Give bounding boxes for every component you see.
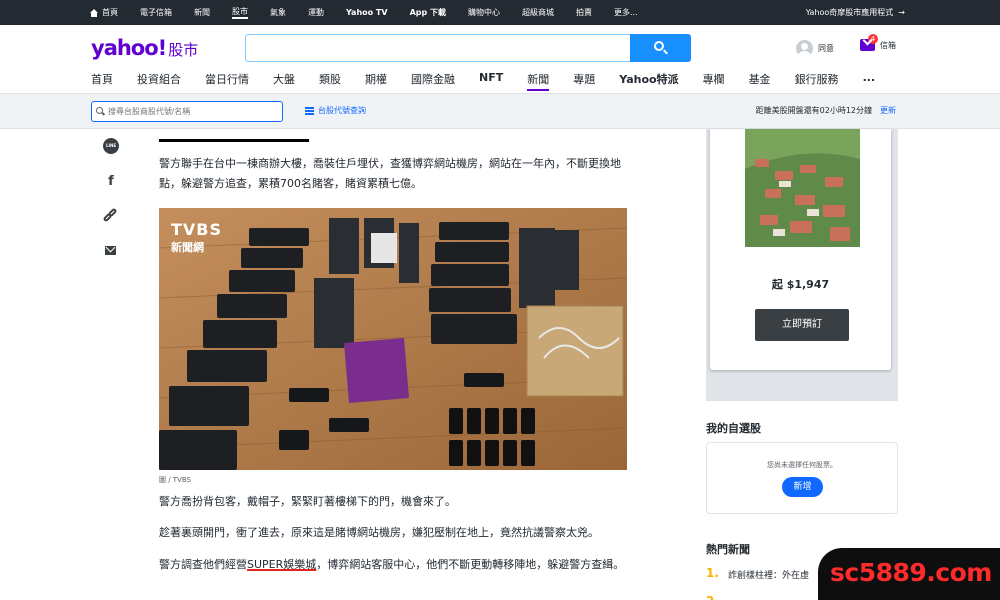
nav-intl-finance[interactable]: 國際金融 (411, 71, 455, 91)
article-paragraph-1: 警方聯手在台中一棟商辦大樓，喬裝住戶埋伏，查獲博弈網站機房，網站在一年內，不斷更… (159, 157, 621, 190)
search-input[interactable] (245, 34, 630, 62)
nav-topics[interactable]: 專題 (573, 71, 595, 91)
hillside-village-image (745, 129, 860, 247)
ad-price: 起 $1,947 (771, 278, 830, 291)
nav-options[interactable]: 期權 (365, 71, 387, 91)
nav-home[interactable]: 首頁 (91, 71, 113, 91)
quote-search-input[interactable] (91, 101, 283, 122)
home-icon (90, 8, 98, 17)
top-nav-stock[interactable]: 股市 (232, 6, 248, 19)
photo-caption: 圖 / TVBS (159, 476, 191, 484)
nav-nft[interactable]: NFT (479, 71, 503, 91)
top-nav-more[interactable]: 更多... (614, 7, 638, 18)
refresh-link[interactable]: 更新 (880, 105, 896, 116)
line-share-icon[interactable]: LINE (103, 138, 119, 154)
top-nav-news[interactable]: 新聞 (194, 7, 210, 18)
hot-news-title: 熱門新聞 (706, 543, 750, 556)
nav-yahoo-special[interactable]: Yahoo特派 (619, 71, 678, 91)
top-nav-app-download[interactable]: App 下載 (410, 7, 446, 18)
article-paragraph-4: 警方調查他們經營SUPER娛樂城，博弈網站客服中心，他們不斷更動轉移陣地，躲避警… (159, 558, 625, 571)
seized-equipment-photo (159, 208, 627, 470)
search-icon (96, 107, 103, 114)
article-divider (159, 139, 309, 142)
nav-funds[interactable]: 基金 (749, 71, 771, 91)
watermark-badge: sc5889.com (818, 548, 1000, 600)
top-nav-weather[interactable]: 氣象 (270, 7, 286, 18)
hot-news-item[interactable]: 詐創樣柱裡：外在虛 (728, 568, 809, 581)
nav-columns[interactable]: 專欄 (703, 71, 725, 91)
nav-portfolio[interactable]: 投資組合 (137, 71, 181, 91)
list-icon (305, 106, 314, 115)
top-nav-auction[interactable]: 拍賣 (576, 7, 592, 18)
top-nav-mail[interactable]: 電子信箱 (140, 7, 172, 18)
top-nav-home[interactable]: 首頁 (90, 7, 118, 18)
site-header: yahoo! 股市 同意 4 信箱 首頁 投資組合 當日行情 大盤 類股 期權 國… (0, 25, 1000, 93)
nav-market[interactable]: 大盤 (273, 71, 295, 91)
nav-news[interactable]: 新聞 (527, 71, 550, 91)
facebook-share-icon[interactable]: f (103, 174, 119, 190)
ad-image[interactable] (745, 129, 860, 247)
app-download-link[interactable]: Yahoo奇摩股市應用程式 → (806, 0, 905, 25)
arrow-right-icon: → (898, 8, 905, 17)
article-paragraph-2: 警方喬扮背包客，戴帽子，緊緊盯著樓梯下的門，機會來了。 (159, 495, 456, 508)
avatar (796, 40, 813, 57)
stock-code-lookup-link[interactable]: 台股代號查詢 (305, 105, 366, 116)
search-icon (654, 41, 664, 51)
mail-icon: 4 (860, 34, 878, 51)
book-now-button[interactable]: 立即預訂 (755, 309, 849, 341)
top-utility-bar: 首頁 電子信箱 新聞 股市 氣象 運動 Yahoo TV App 下載 購物中心… (0, 0, 1000, 25)
article-photo[interactable]: TVBS 新聞網 (159, 208, 627, 470)
mail-link[interactable]: 4 信箱 (860, 34, 896, 51)
watchlist-empty-text: 您尚未選擇任何股票。 (767, 461, 837, 469)
user-menu[interactable]: 同意 (796, 40, 834, 57)
top-nav-shopping[interactable]: 購物中心 (468, 7, 500, 18)
email-share-icon[interactable] (103, 244, 119, 260)
mail-badge: 4 (868, 34, 878, 44)
nav-daily-quotes[interactable]: 當日行情 (205, 71, 249, 91)
nav-more[interactable]: ... (863, 71, 876, 91)
yahoo-stock-logo[interactable]: yahoo! 股市 (91, 36, 198, 60)
search-button[interactable] (630, 34, 691, 62)
copy-link-icon[interactable] (102, 207, 119, 224)
highlighted-casino-name: SUPER娛樂城 (247, 558, 317, 571)
hot-news-rank: 2. (706, 594, 719, 600)
top-nav-yahoo-tv[interactable]: Yahoo TV (346, 8, 388, 17)
top-nav: 首頁 電子信箱 新聞 股市 氣象 運動 Yahoo TV App 下載 購物中心… (90, 0, 660, 25)
article-paragraph-3: 趁著裏頭開門，衝了進去，原來這是賭博網站機房，嫌犯壓制在地上，竟然抗議警察太兇。 (159, 526, 599, 539)
market-status: 距離美股開盤還有02小時12分鐘 (755, 106, 872, 115)
nav-banking[interactable]: 銀行服務 (795, 71, 839, 91)
nav-sectors[interactable]: 類股 (319, 71, 341, 91)
quote-bar: 台股代號查詢 距離美股開盤還有02小時12分鐘 更新 (0, 93, 1000, 129)
add-stock-button[interactable]: 新增 (782, 477, 823, 497)
hot-news-rank: 1. (706, 566, 719, 580)
main-nav: 首頁 投資組合 當日行情 大盤 類股 期權 國際金融 NFT 新聞 專題 Yah… (91, 71, 899, 91)
watchlist-title: 我的自選股 (706, 422, 761, 435)
top-nav-sports[interactable]: 運動 (308, 7, 324, 18)
tvbs-logo: TVBS 新聞網 (171, 220, 223, 254)
top-nav-mall[interactable]: 超級商城 (522, 7, 554, 18)
